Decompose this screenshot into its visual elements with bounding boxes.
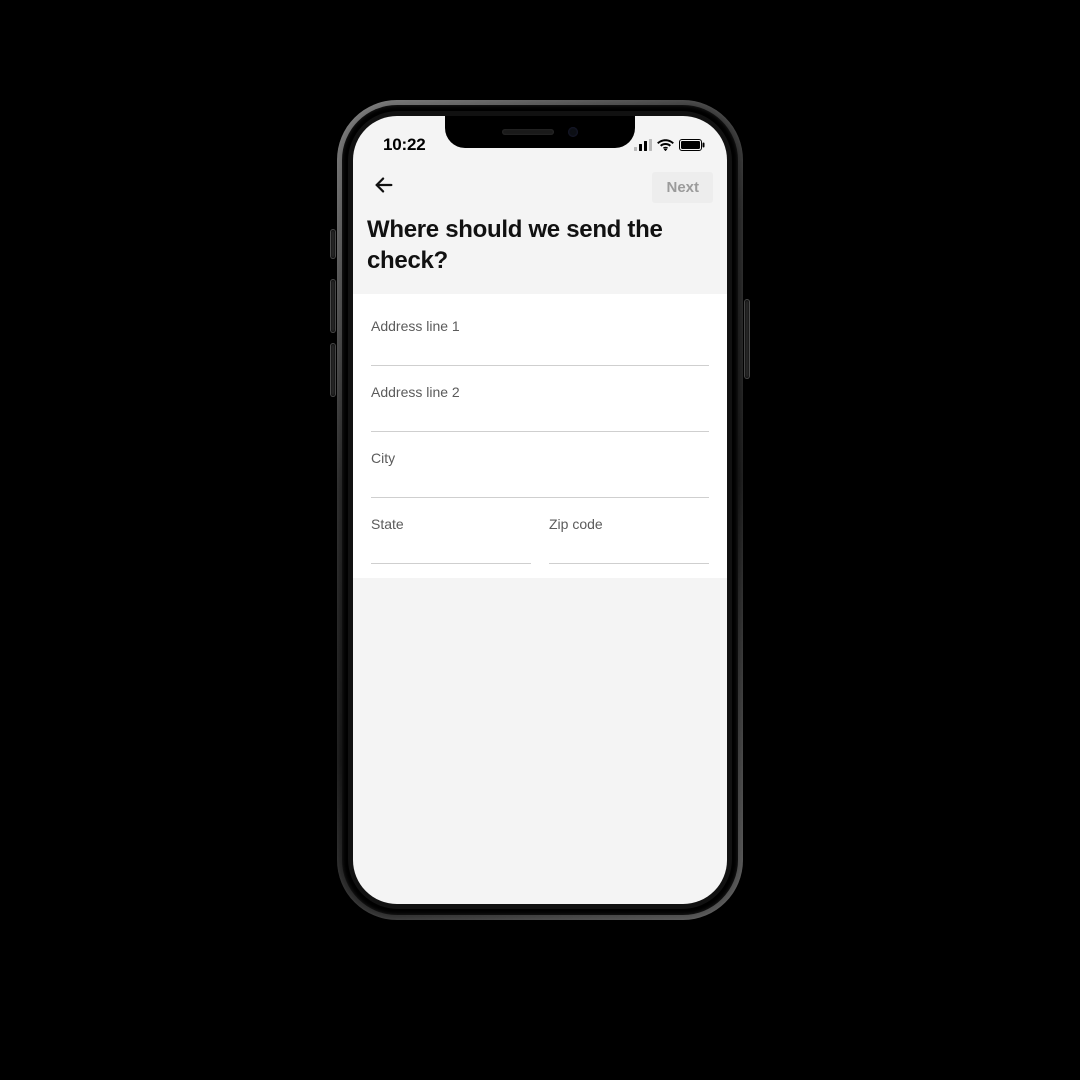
input-state[interactable] (371, 532, 531, 564)
label-city: City (371, 450, 709, 466)
volume-up-button (331, 280, 335, 332)
app-header: Next Where should we send the check? (353, 160, 727, 294)
front-camera (568, 127, 578, 137)
status-time: 10:22 (383, 127, 425, 155)
battery-icon (679, 139, 705, 151)
back-button[interactable] (367, 170, 401, 204)
power-button (745, 300, 749, 378)
field-state: State (371, 504, 531, 570)
phone-mockup: 10:22 (337, 100, 743, 920)
page-title: Where should we send the check? (367, 214, 713, 276)
arrow-left-icon (373, 174, 395, 201)
input-city[interactable] (371, 466, 709, 498)
label-address2: Address line 2 (371, 384, 709, 400)
mute-switch (331, 230, 335, 258)
label-zip: Zip code (549, 516, 709, 532)
field-city: City (371, 438, 709, 504)
wifi-icon (657, 139, 674, 151)
screen: 10:22 (353, 116, 727, 904)
address-form: Address line 1 Address line 2 City (353, 294, 727, 578)
label-state: State (371, 516, 531, 532)
speaker-grill (502, 129, 554, 135)
app-root: Next Where should we send the check? Add… (353, 116, 727, 904)
next-button[interactable]: Next (652, 172, 713, 203)
notch (445, 116, 635, 148)
field-zip: Zip code (549, 504, 709, 570)
label-address1: Address line 1 (371, 318, 709, 334)
input-zip[interactable] (549, 532, 709, 564)
input-address1[interactable] (371, 334, 709, 366)
cellular-icon (634, 139, 652, 151)
field-address2: Address line 2 (371, 372, 709, 438)
input-address2[interactable] (371, 400, 709, 432)
volume-down-button (331, 344, 335, 396)
field-address1: Address line 1 (371, 306, 709, 372)
